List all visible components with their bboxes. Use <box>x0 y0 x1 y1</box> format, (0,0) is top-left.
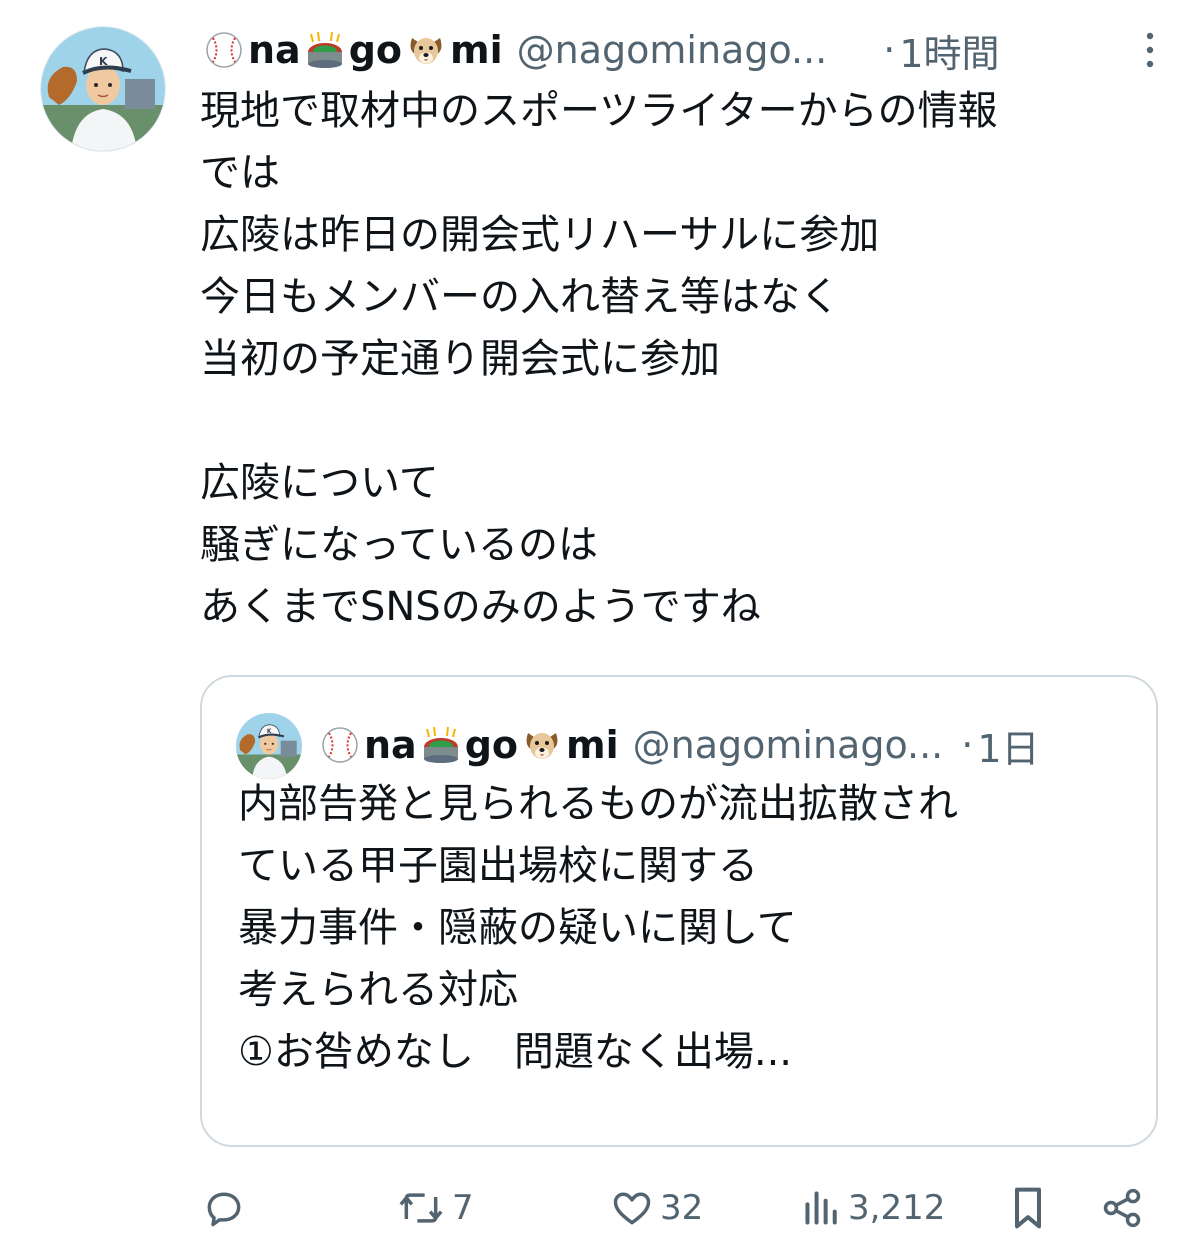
more-options-icon[interactable] <box>1140 30 1160 70</box>
retweet-count: 7 <box>452 1188 474 1228</box>
baseball-icon <box>202 28 246 72</box>
bar-chart-icon <box>805 1191 837 1225</box>
reply-button[interactable] <box>202 1178 246 1238</box>
baseball-icon <box>318 723 362 767</box>
quoted-user-handle: @nagominago... <box>632 723 944 767</box>
display-name-part: mi <box>566 723 619 767</box>
separator-dot: · <box>961 723 974 767</box>
separator-dot: · <box>883 28 896 72</box>
dog-face-icon <box>404 28 448 72</box>
quoted-avatar[interactable] <box>236 713 302 779</box>
heart-icon <box>613 1192 651 1225</box>
tweet-header: na go mi @nagominago... · 1時間 <box>200 22 1160 78</box>
retweet-icon <box>399 1193 443 1223</box>
quoted-timestamp: 1日 <box>977 726 1040 771</box>
like-count: 32 <box>660 1188 704 1228</box>
quoted-display-name: na go mi <box>316 723 619 767</box>
quoted-avatar-image <box>236 713 302 779</box>
display-name[interactable]: na go mi <box>200 28 503 72</box>
dog-face-icon <box>520 723 564 767</box>
display-name-part: go <box>348 28 403 72</box>
quoted-tweet-text: 内部告発と見られるものが流出拡散され ている甲子園出場校に関する 暴力事件・隠蔽… <box>238 781 958 1075</box>
like-button[interactable]: 32 <box>610 1178 703 1238</box>
stadium-icon <box>419 723 463 767</box>
tweet[interactable]: na go mi @nagominago... · 1時間 現地で取材中のスポー… <box>0 0 1200 1254</box>
user-handle[interactable]: @nagominago... <box>517 28 828 72</box>
timestamp[interactable]: 1時間 <box>899 23 999 78</box>
tweet-text: 現地で取材中のスポーツライターからの情報 では 広陵は昨日の開会式リハーサルに参… <box>200 88 998 630</box>
share-icon <box>1103 1188 1141 1228</box>
display-name-part: na <box>248 28 301 72</box>
views-button[interactable]: 3,212 <box>802 1178 945 1238</box>
avatar[interactable] <box>40 26 166 152</box>
bookmark-button[interactable] <box>1006 1178 1050 1238</box>
quoted-tweet[interactable]: na go mi @nagominago... · 1日 内部告発と見られるもの… <box>200 675 1158 1147</box>
views-count: 3,212 <box>848 1188 946 1228</box>
display-name-part: na <box>364 723 417 767</box>
share-button[interactable] <box>1100 1178 1144 1238</box>
action-bar: 7 32 3,212 <box>200 1178 1160 1238</box>
display-name-part: mi <box>450 28 503 72</box>
display-name-part: go <box>464 723 519 767</box>
stadium-icon <box>303 28 347 72</box>
avatar-image <box>41 27 165 151</box>
quoted-tweet-header: na go mi @nagominago... · 1日 <box>316 717 1136 773</box>
retweet-button[interactable]: 7 <box>396 1178 474 1238</box>
speech-bubble-icon <box>207 1192 241 1227</box>
bookmark-icon <box>1014 1187 1042 1229</box>
